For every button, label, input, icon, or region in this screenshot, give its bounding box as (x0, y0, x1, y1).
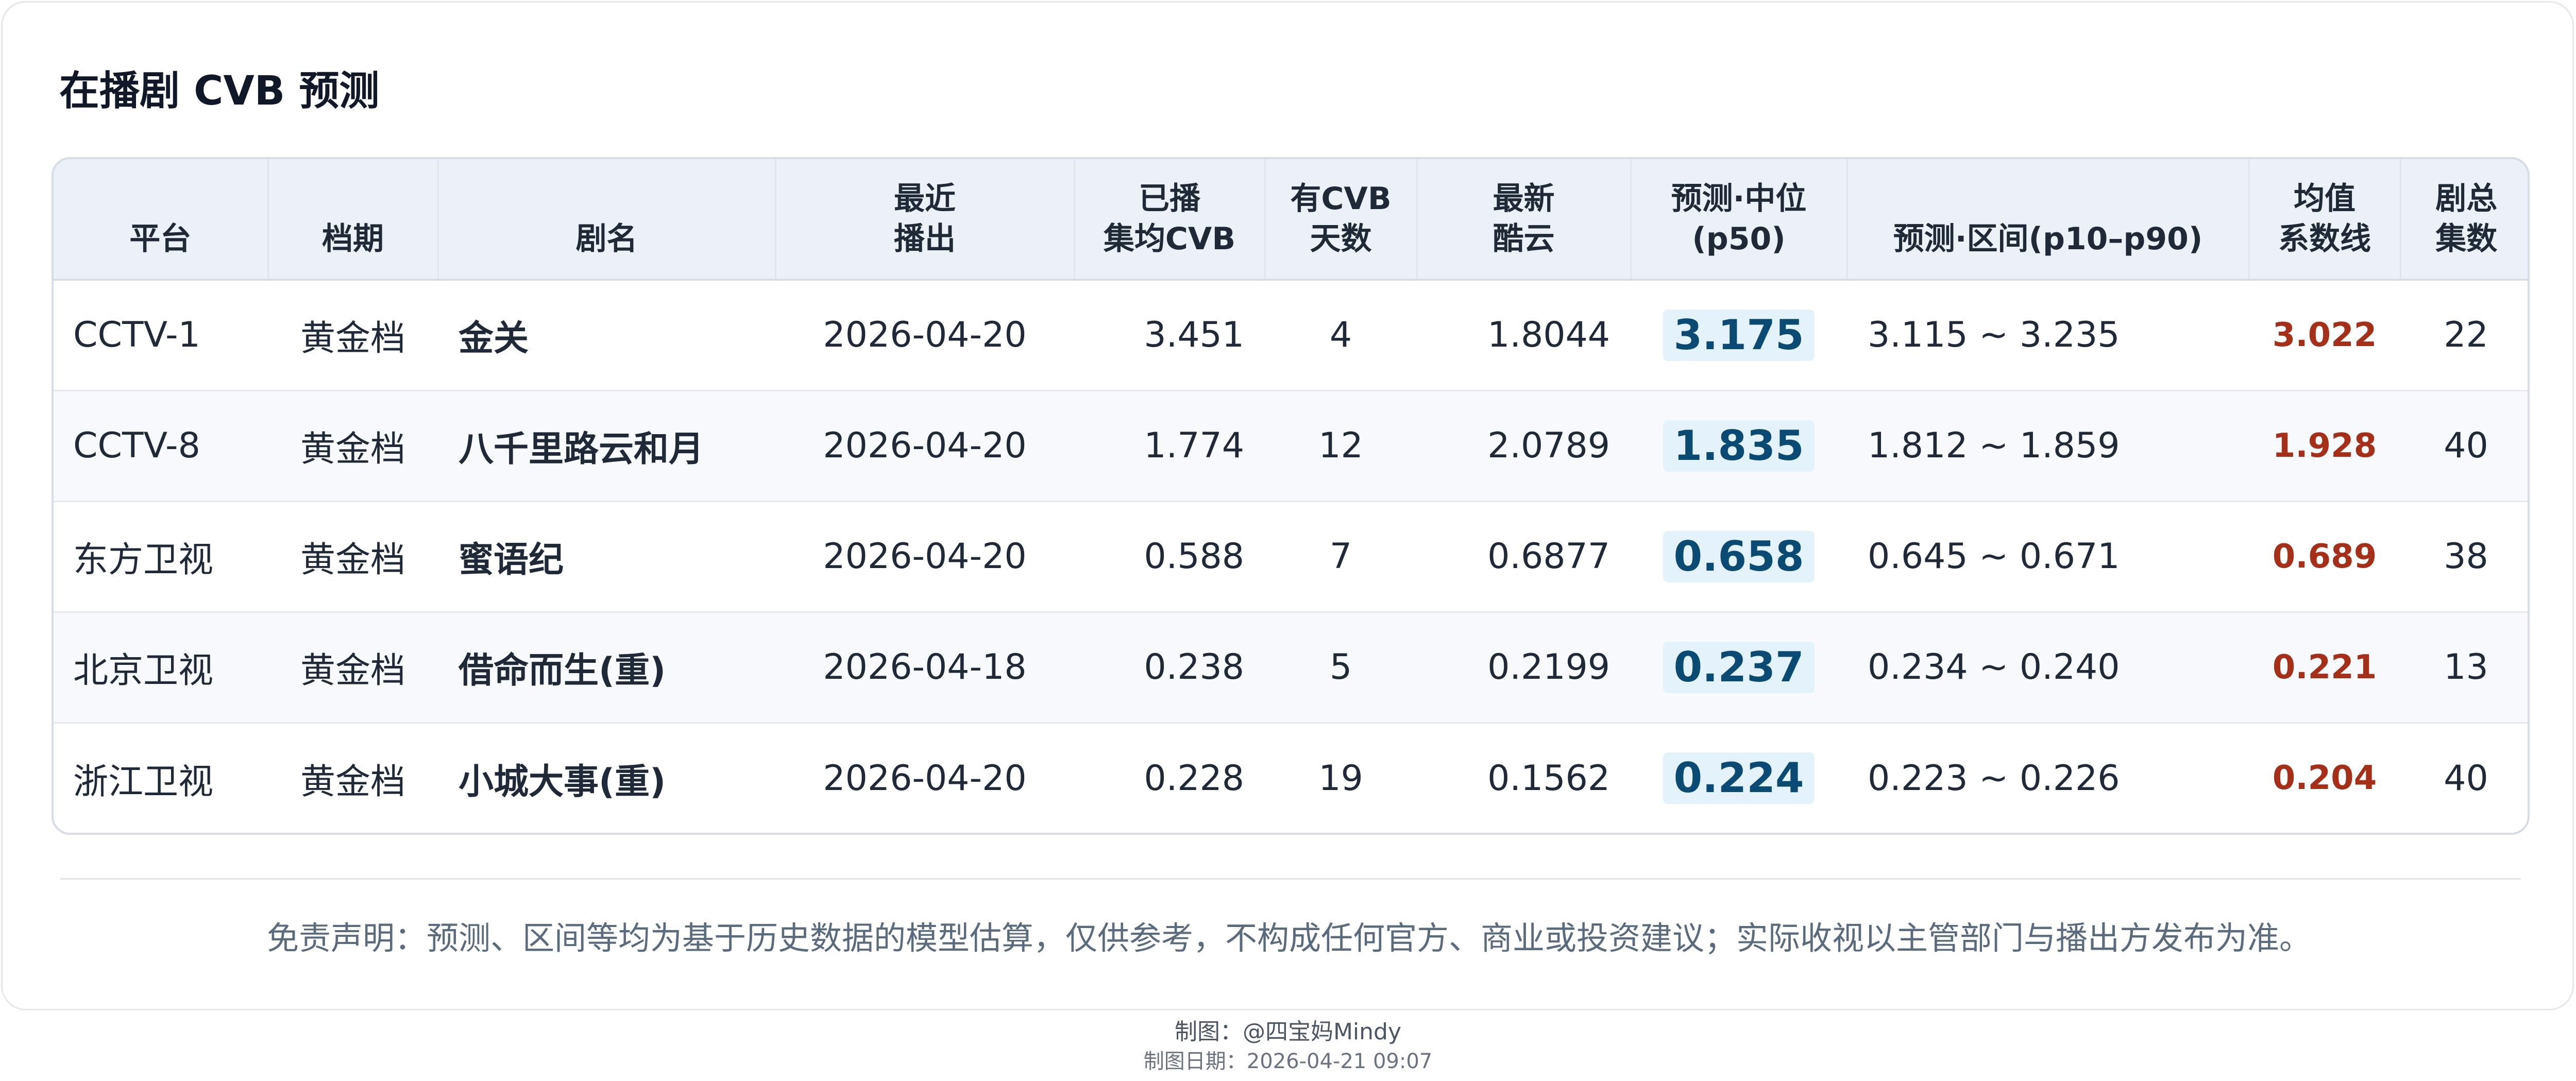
header-pred-range: 预测·区间(p10–p90) (1847, 159, 2250, 281)
cell-mean-line: 0.689 (2249, 501, 2400, 613)
cell-mean-line: 0.221 (2249, 612, 2400, 724)
page-title: 在播剧 CVB 预测 (59, 68, 380, 114)
cell-pred-range: 3.115 ~ 3.235 (1847, 280, 2249, 391)
header-pred-median: 预测·中位 (p50) (1631, 159, 1848, 281)
pred-chip: 0.237 (1663, 641, 1815, 693)
pred-chip: 3.175 (1663, 309, 1815, 361)
table-row: 北京卫视 黄金档 借命而生(重) 2026-04-18 0.238 5 0.21… (54, 612, 2528, 724)
cell-mean-line: 1.928 (2249, 390, 2400, 502)
credit-date: 制图日期：2026-04-21 09:07 (1143, 1050, 1433, 1073)
cell-kuyun: 0.6877 (1417, 501, 1631, 613)
cell-platform: 东方卫视 (54, 501, 268, 613)
cell-pred-median: 0.237 (1631, 612, 1847, 724)
cell-slot: 黄金档 (268, 612, 438, 724)
cell-date: 2026-04-20 (775, 390, 1074, 502)
credit-author: 制图：@四宝妈Mindy (1174, 1019, 1402, 1045)
cell-avg-cvb: 0.588 (1074, 501, 1265, 613)
cell-cvb-days: 19 (1318, 758, 1363, 799)
header-name: 剧名 (438, 159, 776, 281)
cell-name: 小城大事(重) (459, 761, 666, 802)
cell-kuyun: 2.0789 (1417, 390, 1631, 502)
pred-chip: 1.835 (1663, 420, 1815, 472)
card: 在播剧 CVB 预测 平台 档期 剧名 最近 播出 已播 集均CVB 有CVB … (1, 1, 2574, 1010)
cell-name: 金关 (438, 280, 775, 391)
cell-cvb-days: 4 (1265, 280, 1417, 391)
cell-mean-line: 3.022 (2249, 280, 2400, 391)
cell-total-episodes: 40 (2400, 390, 2528, 502)
cell-avg-cvb: 0.228 (1144, 758, 1244, 799)
table-row: CCTV-1 黄金档 金关 2026-04-20 3.451 4 1.8044 … (54, 280, 2528, 391)
cell-slot: 黄金档 (268, 501, 438, 613)
cell-total-episodes: 38 (2400, 501, 2528, 613)
cell-platform: CCTV-8 (54, 390, 268, 502)
pred-chip: 0.658 (1663, 530, 1815, 582)
cell-pred-range: 0.234 ~ 0.240 (1847, 612, 2249, 724)
cell-pred-median: 3.175 (1631, 280, 1847, 391)
cell-platform: CCTV-1 (54, 280, 268, 391)
cell-slot: 黄金档 (300, 761, 405, 802)
cell-avg-cvb: 0.238 (1074, 612, 1265, 724)
cell-slot: 黄金档 (268, 390, 438, 502)
disclaimer-text: 免责声明：预测、区间等均为基于历史数据的模型估算，仅供参考，不构成任何官方、商业… (266, 919, 2311, 957)
header-platform: 平台 (54, 159, 269, 281)
table-row: 东方卫视 黄金档 蜜语纪 2026-04-20 0.588 7 0.6877 0… (54, 501, 2528, 613)
cell-pred-median: 0.224 (1631, 723, 1847, 833)
cell-avg-cvb: 1.774 (1074, 390, 1265, 502)
cell-slot: 黄金档 (268, 280, 438, 391)
cell-name: 蜜语纪 (438, 501, 775, 613)
cell-cvb-days: 12 (1265, 390, 1417, 502)
cell-avg-cvb: 3.451 (1074, 280, 1265, 391)
cell-kuyun: 0.1562 (1487, 758, 1610, 799)
pred-chip: 0.224 (1663, 752, 1815, 804)
header-kuyun: 最新 酷云 (1417, 159, 1632, 281)
table-row: CCTV-8 黄金档 八千里路云和月 2026-04-20 1.774 12 2… (54, 390, 2528, 502)
header-total-episodes: 剧总 集数 (2400, 159, 2528, 281)
cell-date: 2026-04-20 (823, 758, 1027, 799)
cell-cvb-days: 7 (1265, 501, 1417, 613)
cell-date: 2026-04-20 (775, 501, 1074, 613)
table-row: 浙江卫视 黄金档 小城大事(重) 2026-04-20 0.228 19 0.1… (54, 723, 2528, 833)
header-latest-air: 最近 播出 (775, 159, 1075, 281)
cell-mean-line: 0.204 (2272, 759, 2377, 798)
cell-date: 2026-04-18 (775, 612, 1074, 724)
cell-total-episodes: 22 (2400, 280, 2528, 391)
cell-kuyun: 0.2199 (1417, 612, 1631, 724)
cell-cvb-days: 5 (1265, 612, 1417, 724)
cell-pred-median: 1.835 (1631, 390, 1847, 502)
header-cvb-days: 有CVB 天数 (1265, 159, 1418, 281)
cell-platform: 浙江卫视 (73, 761, 214, 802)
cell-pred-range: 1.812 ~ 1.859 (1847, 390, 2249, 502)
cell-name: 八千里路云和月 (438, 390, 775, 502)
cell-platform: 北京卫视 (54, 612, 268, 724)
header-avg-cvb: 已播 集均CVB (1074, 159, 1266, 281)
divider (60, 878, 2521, 880)
table-header-row: 平台 档期 剧名 最近 播出 已播 集均CVB 有CVB 天数 最新 酷云 预测·中位(… (54, 159, 2528, 281)
cell-total-episodes: 40 (2444, 758, 2488, 799)
cell-pred-range: 0.223 ~ 0.226 (1868, 758, 2120, 799)
forecast-table: 平台 档期 剧名 最近 播出 已播 集均CVB 有CVB 天数 最新 酷云 预测·中位(… (52, 157, 2530, 835)
cell-total-episodes: 13 (2400, 612, 2528, 724)
cell-pred-range: 0.645 ~ 0.671 (1847, 501, 2249, 613)
header-slot: 档期 (268, 159, 439, 281)
cell-name: 借命而生(重) (438, 612, 775, 724)
header-mean-line: 均值 系数线 (2249, 159, 2401, 281)
cell-date: 2026-04-20 (775, 280, 1074, 391)
cell-pred-median: 0.658 (1631, 501, 1847, 613)
cell-kuyun: 1.8044 (1417, 280, 1631, 391)
